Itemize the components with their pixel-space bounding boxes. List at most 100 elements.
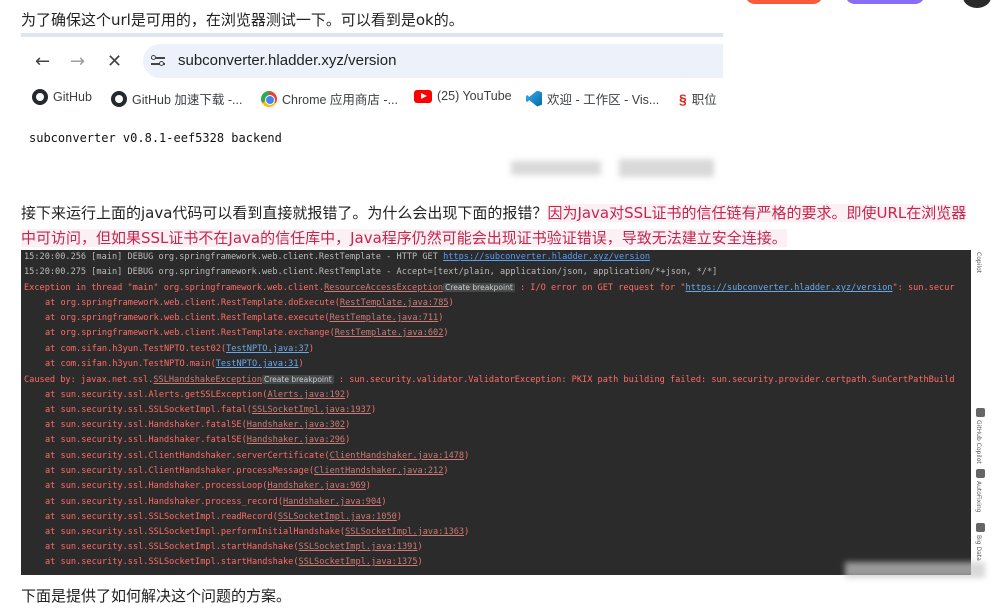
console-log-line: 15:20:00.256 [main] DEBUG org.springfram…	[24, 250, 650, 265]
source-link[interactable]: Alerts.java:192	[267, 390, 345, 400]
explanation-text: 接下来运行上面的java代码可以看到直接就报错了。为什么会出现下面的报错？	[21, 204, 548, 222]
caused-message: : sun.security.validator.ValidatorExcept…	[333, 375, 955, 385]
stack-frame: at sun.security.ssl.SSLSocketImpl.startH…	[24, 555, 423, 570]
bookmark-chrome-store[interactable]: Chrome 应用商店 -...	[261, 89, 398, 108]
exception-line: Exception in thread "main" org.springfra…	[24, 280, 955, 295]
create-breakpoint-button[interactable]: Create breakpoint	[262, 375, 334, 384]
source-link[interactable]: TestNPTO.java:31	[216, 359, 299, 369]
caused-prefix: Caused by: javax.net.ssl.	[24, 375, 154, 385]
side-tab-github-copilot[interactable]: GitHub Copilot	[975, 420, 982, 464]
blurred-region	[619, 159, 714, 177]
ide-side-toolbar: Copilot GitHub Copilot AutoFixing Big Da…	[971, 250, 992, 575]
source-link[interactable]: Handshaker.java:969	[267, 481, 365, 491]
stack-frame: at org.springframework.web.client.RestTe…	[24, 311, 443, 326]
source-link[interactable]: SSLSocketImpl.java:1937	[252, 405, 371, 415]
side-tab-big-data[interactable]: Big Data	[975, 535, 982, 561]
source-link[interactable]: SSLSocketImpl.java:1375	[299, 557, 418, 567]
browser-screenshot: ← → ✕ subconverter.hladder.xyz/version G…	[21, 33, 723, 185]
header-button-purple[interactable]	[845, 0, 925, 4]
frame-call: at org.springframework.web.client.RestTe…	[45, 298, 340, 308]
stack-frame: at sun.security.ssl.SSLSocketImpl.fatal(…	[24, 403, 376, 418]
bookmark-jobs[interactable]: § 职位	[679, 89, 717, 108]
back-arrow-icon[interactable]: ←	[35, 51, 50, 72]
frame-call: at com.sifan.h3yun.TestNPTO.main(	[45, 359, 216, 369]
header-button-orange[interactable]	[745, 0, 823, 4]
bookmark-youtube[interactable]: (25) YouTube	[414, 89, 512, 103]
close-icon[interactable]: ✕	[107, 51, 122, 72]
bookmark-label: GitHub	[53, 90, 92, 104]
autofix-icon	[976, 469, 985, 478]
frame-end: )	[417, 542, 423, 552]
frame-end: )	[417, 557, 423, 567]
exception-class-link[interactable]: ResourceAccessException	[324, 283, 443, 293]
frame-call: at sun.security.ssl.ClientHandshaker.pro…	[45, 466, 315, 476]
stack-frame: at sun.security.ssl.ClientHandshaker.pro…	[24, 464, 449, 479]
stack-frame: at sun.security.ssl.SSLSocketImpl.startH…	[24, 540, 423, 555]
frame-end: )	[370, 405, 377, 415]
frame-call: at sun.security.ssl.SSLSocketImpl.startH…	[45, 542, 299, 552]
frame-call: at sun.security.ssl.Handshaker.fatalSE(	[45, 435, 247, 445]
source-link[interactable]: SSLSocketImpl.java:1363	[345, 527, 464, 537]
stack-frame: at sun.security.ssl.SSLSocketImpl.perfor…	[24, 525, 469, 540]
error-url-link[interactable]: https://subconverter.hladder.xyz/version	[686, 283, 893, 293]
frame-call: at sun.security.ssl.SSLSocketImpl.startH…	[45, 557, 299, 567]
youtube-icon	[414, 89, 432, 103]
frame-call: at sun.security.ssl.SSLSocketImpl.readRe…	[45, 512, 278, 522]
frame-end: )	[464, 451, 470, 461]
stack-frame: at sun.security.ssl.Alerts.getSSLExcepti…	[24, 388, 350, 403]
blurred-region	[511, 161, 601, 175]
source-link[interactable]: Handshaker.java:296	[247, 435, 345, 445]
stack-frame: at sun.security.ssl.SSLSocketImpl.readRe…	[24, 510, 402, 525]
source-link[interactable]: TestNPTO.java:37	[226, 344, 309, 354]
frame-call: at org.springframework.web.client.RestTe…	[45, 313, 330, 323]
frame-end: )	[448, 298, 454, 308]
source-link[interactable]: ClientHandshaker.java:1478	[330, 451, 465, 461]
avatar[interactable]	[963, 0, 991, 8]
source-link[interactable]: RestTemplate.java:711	[330, 313, 439, 323]
create-breakpoint-button[interactable]: Create breakpoint	[443, 283, 515, 292]
source-link[interactable]: Handshaker.java:904	[283, 497, 381, 507]
source-link[interactable]: Handshaker.java:302	[247, 420, 345, 430]
frame-end: )	[365, 481, 371, 491]
forward-arrow-icon[interactable]: →	[70, 51, 85, 72]
stack-frame: at org.springframework.web.client.RestTe…	[24, 296, 454, 311]
address-bar[interactable]: subconverter.hladder.xyz/version	[143, 44, 723, 78]
frame-end: )	[381, 497, 387, 507]
browser-address-row: ← → ✕ subconverter.hladder.xyz/version	[21, 37, 723, 83]
side-tab-copilot[interactable]: Copilot	[975, 252, 982, 273]
frame-call: at sun.security.ssl.Alerts.getSSLExcepti…	[45, 390, 268, 400]
bookmark-vscode[interactable]: 欢迎 - 工作区 - Vis...	[526, 89, 659, 108]
source-link[interactable]: RestTemplate.java:602	[335, 328, 444, 338]
side-tab-autofixing[interactable]: AutoFixing	[975, 481, 982, 512]
frame-end: )	[345, 435, 351, 445]
ide-console[interactable]: 15:20:00.256 [main] DEBUG org.springfram…	[21, 250, 971, 575]
bookmark-github[interactable]: GitHub	[32, 89, 92, 105]
intro-paragraph: 为了确保这个url是可用的，在浏览器测试一下。可以看到是ok的。	[21, 11, 464, 29]
source-link[interactable]: ClientHandshaker.java:212	[314, 466, 443, 476]
frame-call: at sun.security.ssl.Handshaker.process_r…	[45, 497, 283, 507]
exception-tail: ": sun.secur	[892, 283, 955, 293]
frame-end: )	[396, 512, 403, 522]
site-settings-icon[interactable]	[151, 54, 167, 68]
bookmark-label: (25) YouTube	[437, 89, 512, 103]
source-link[interactable]: SSLSocketImpl.java:1391	[299, 542, 418, 552]
bookmark-label: Chrome 应用商店 -...	[282, 93, 398, 107]
copilot-icon	[976, 408, 985, 417]
stack-frame: at sun.security.ssl.ClientHandshaker.ser…	[24, 449, 469, 464]
stack-frame: at sun.security.ssl.Handshaker.fatalSE(H…	[24, 418, 350, 433]
frame-end: )	[464, 527, 470, 537]
source-link[interactable]: SSLSocketImpl.java:1050	[278, 512, 397, 522]
github-icon	[32, 89, 48, 105]
caused-class-link[interactable]: SSLHandshakeException	[153, 375, 262, 385]
console-log-line: 15:20:00.275 [main] DEBUG org.springfram…	[24, 267, 718, 277]
frame-end: )	[438, 313, 444, 323]
source-link[interactable]: RestTemplate.java:785	[340, 298, 449, 308]
solution-paragraph: 下面是提供了如何解决这个问题的方案。	[21, 587, 292, 605]
request-url-link[interactable]: https://subconverter.hladder.xyz/version	[443, 252, 650, 262]
blurred-region	[845, 562, 985, 578]
frame-call: at sun.security.ssl.SSLSocketImpl.perfor…	[45, 527, 346, 537]
caused-by-line: Caused by: javax.net.ssl.SSLHandshakeExc…	[24, 372, 955, 387]
bookmark-label: 职位	[691, 93, 717, 107]
bookmark-github-accelerate[interactable]: GitHub 加速下载 -...	[111, 89, 242, 108]
frame-call: at org.springframework.web.client.RestTe…	[45, 328, 335, 338]
